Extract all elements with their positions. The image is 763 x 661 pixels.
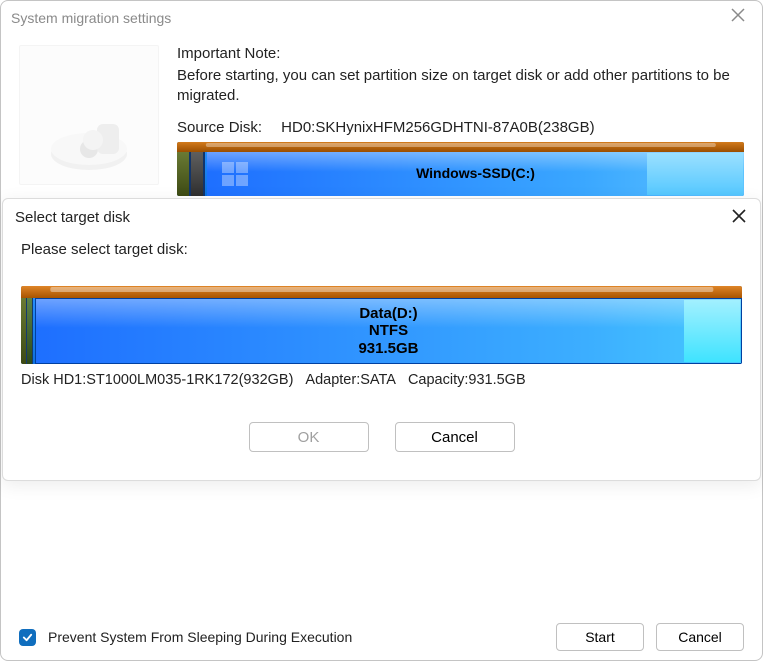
dialog-prompt: Please select target disk:	[21, 241, 742, 258]
source-partition-label: Windows-SSD(C:)	[207, 152, 744, 196]
ok-button[interactable]: OK	[249, 422, 369, 452]
select-target-dialog: Select target disk Please select target …	[2, 198, 761, 481]
source-disk-row: Source Disk: HD0:SKHynixHFM256GDHTNI-87A…	[177, 119, 744, 136]
dialog-titlebar: Select target disk	[3, 199, 760, 235]
target-disk-option[interactable]: Data(D:) NTFS 931.5GB	[21, 286, 742, 364]
reserved-partition-2	[27, 298, 33, 364]
target-partition-fs: NTFS	[369, 322, 408, 339]
note-body: Before starting, you can set partition s…	[177, 66, 744, 107]
source-partition-name: Windows-SSD(C:)	[416, 165, 535, 181]
target-disk-capacity: Capacity:931.5GB	[408, 372, 526, 388]
reserved-partition-2	[191, 152, 205, 196]
target-disk-info: Disk HD1:ST1000LM035-1RK172(932GB) Adapt…	[21, 372, 742, 388]
prevent-sleep-checkbox[interactable]	[19, 629, 36, 646]
target-partition-size: 931.5GB	[358, 340, 418, 357]
disk-top-strip	[177, 142, 744, 152]
footer-bar: Prevent System From Sleeping During Exec…	[1, 614, 762, 660]
note-heading: Important Note:	[177, 45, 744, 62]
close-icon[interactable]	[730, 7, 750, 27]
dialog-cancel-button[interactable]: Cancel	[395, 422, 515, 452]
source-disk-label: Source Disk:	[177, 119, 277, 136]
cancel-button[interactable]: Cancel	[656, 623, 744, 651]
titlebar: System migration settings	[1, 1, 762, 35]
target-partition-text: Data(D:) NTFS 931.5GB	[35, 298, 742, 364]
reserved-partition-1	[177, 152, 191, 196]
dialog-buttons: OK Cancel	[21, 388, 742, 468]
start-button[interactable]: Start	[556, 623, 644, 651]
window-title: System migration settings	[11, 10, 171, 26]
preview-image	[19, 45, 159, 185]
dialog-title: Select target disk	[15, 209, 130, 226]
disk-top-strip	[21, 286, 742, 298]
target-partition-name: Data(D:)	[359, 305, 417, 322]
dialog-body: Please select target disk: Data(D:) NTFS…	[3, 235, 760, 480]
source-disk-value: HD0:SKHynixHFM256GDHTNI-87A0B(238GB)	[281, 119, 594, 136]
main-window: System migration settings Important Note…	[0, 0, 763, 661]
prevent-sleep-label: Prevent System From Sleeping During Exec…	[48, 629, 352, 645]
target-disk-id: Disk HD1:ST1000LM035-1RK172(932GB)	[21, 372, 293, 388]
source-disk-bar: Windows-SSD(C:)	[177, 142, 744, 196]
target-disk-adapter: Adapter:SATA	[305, 372, 396, 388]
dialog-close-button[interactable]	[728, 205, 750, 227]
